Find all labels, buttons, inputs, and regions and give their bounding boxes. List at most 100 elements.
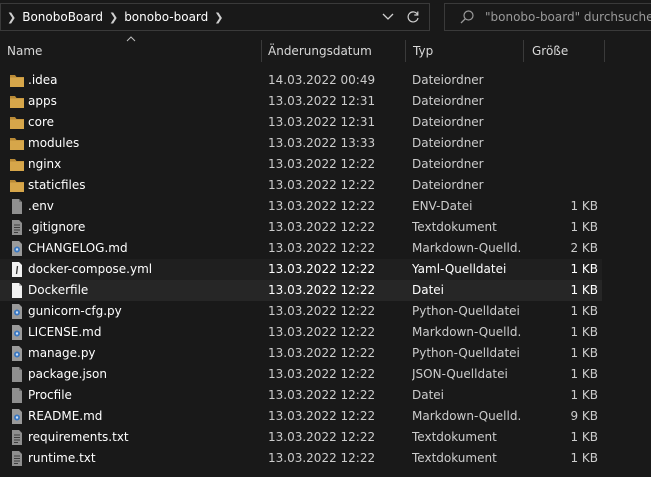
file-name: requirements.txt (28, 430, 129, 444)
file-date: 13.03.2022 12:22 (268, 178, 376, 192)
file-size: 1 KB (570, 367, 598, 381)
column-header-name[interactable]: Name (7, 38, 42, 64)
file-row[interactable]: README.md 13.03.2022 12:22 Markdown-Quelld… (0, 406, 602, 427)
file-row[interactable]: staticfiles 13.03.2022 12:22 Dateiordner (0, 175, 602, 196)
file-row[interactable]: nginx 13.03.2022 12:22 Dateiordner (0, 154, 602, 175)
file-row[interactable]: runtime.txt 13.03.2022 12:22 Textdokument 1… (0, 448, 602, 469)
file-row[interactable]: .gitignore 13.03.2022 12:22 Textdokument 1 … (0, 217, 602, 238)
file-type: Markdown-Quelld... (412, 325, 522, 339)
chevron-right-icon[interactable]: ❯ (109, 11, 118, 24)
code-file-icon (9, 408, 25, 425)
column-header-type[interactable]: Typ (413, 38, 433, 64)
file-size: 1 KB (570, 346, 598, 360)
blank-file-icon (9, 282, 25, 299)
file-row[interactable]: gunicorn-cfg.py 13.03.2022 12:22 Python-Qu… (0, 301, 602, 322)
chevron-right-icon[interactable]: ❯ (7, 11, 16, 24)
file-name: CHANGELOG.md (28, 241, 128, 255)
file-type: Python-Quelldatei (412, 304, 520, 318)
file-type: Textdokument (412, 220, 497, 234)
file-name: docker-compose.yml (28, 262, 153, 276)
file-size: 1 KB (570, 325, 598, 339)
file-name: runtime.txt (28, 451, 96, 465)
file-date: 13.03.2022 12:22 (268, 430, 376, 444)
file-name: core (28, 115, 54, 129)
file-type: Dateiordner (412, 94, 484, 108)
search-icon (460, 10, 474, 24)
chevron-down-icon[interactable] (381, 11, 395, 23)
folder-icon (9, 114, 25, 131)
file-date: 13.03.2022 12:31 (268, 94, 376, 108)
file-type: Dateiordner (412, 73, 484, 87)
file-row-hovered[interactable]: docker-compose.yml 13.03.2022 12:22 Yaml-Q… (0, 259, 602, 280)
file-date: 13.03.2022 12:22 (268, 262, 376, 276)
folder-icon (9, 72, 25, 89)
folder-icon (9, 135, 25, 152)
file-row[interactable]: package.json 13.03.2022 12:22 JSON-Quellda… (0, 364, 602, 385)
code-file-icon (9, 345, 25, 362)
address-toolbar: ❯ BonoboBoard ❯ bonobo-board ❯ (0, 0, 651, 36)
file-type: Markdown-Quelld... (412, 409, 522, 423)
file-row[interactable]: core 13.03.2022 12:31 Dateiordner (0, 112, 602, 133)
file-type: Dateiordner (412, 136, 484, 150)
file-date: 13.03.2022 12:22 (268, 241, 376, 255)
column-headers: Name Änderungsdatum Typ Größe (0, 35, 651, 64)
address-bar[interactable]: ❯ BonoboBoard ❯ bonobo-board ❯ (0, 3, 430, 31)
file-name: README.md (28, 409, 103, 423)
file-type: Dateiordner (412, 178, 484, 192)
file-type: Dateiordner (412, 115, 484, 129)
code-file-icon (9, 240, 25, 257)
file-size: 9 KB (570, 409, 598, 423)
file-row[interactable]: .env 13.03.2022 12:22 ENV-Datei 1 KB (0, 196, 602, 217)
file-row[interactable]: .idea 14.03.2022 00:49 Dateiordner (0, 70, 602, 91)
sort-ascending-icon[interactable] (126, 35, 136, 43)
file-date: 13.03.2022 12:22 (268, 220, 376, 234)
file-row[interactable]: apps 13.03.2022 12:31 Dateiordner (0, 91, 602, 112)
file-type: Markdown-Quelld... (412, 241, 522, 255)
column-header-size[interactable]: Größe (532, 38, 568, 64)
file-date: 13.03.2022 12:22 (268, 367, 376, 381)
file-size: 1 KB (570, 199, 598, 213)
file-icon (9, 366, 25, 383)
file-name: LICENSE.md (28, 325, 102, 339)
folder-icon (9, 93, 25, 110)
column-header-date[interactable]: Änderungsdatum (268, 38, 372, 64)
column-divider[interactable] (405, 40, 406, 62)
file-icon (9, 387, 25, 404)
file-type: Python-Quelldatei (412, 346, 520, 360)
file-date: 13.03.2022 12:22 (268, 283, 376, 297)
file-row[interactable]: manage.py 13.03.2022 12:22 Python-Quelldat… (0, 343, 602, 364)
file-row[interactable]: LICENSE.md 13.03.2022 12:22 Markdown-Quell… (0, 322, 602, 343)
column-divider[interactable] (523, 40, 524, 62)
file-name: manage.py (28, 346, 96, 360)
file-date: 13.03.2022 12:22 (268, 388, 376, 402)
file-date: 13.03.2022 12:22 (268, 199, 376, 213)
refresh-icon[interactable] (405, 9, 421, 25)
search-box[interactable] (444, 3, 651, 31)
folder-icon (9, 177, 25, 194)
file-size: 2 KB (570, 241, 598, 255)
file-size: 1 KB (570, 283, 598, 297)
file-row[interactable]: Procfile 13.03.2022 12:22 Datei 1 KB (0, 385, 602, 406)
file-name: .gitignore (28, 220, 86, 234)
file-date: 14.03.2022 00:49 (268, 73, 376, 87)
chevron-right-icon[interactable]: ❯ (214, 11, 223, 24)
file-date: 13.03.2022 12:22 (268, 451, 376, 465)
column-divider[interactable] (261, 40, 262, 62)
file-name: .idea (28, 73, 58, 87)
file-row[interactable]: modules 13.03.2022 13:33 Dateiordner (0, 133, 602, 154)
file-row-selected[interactable]: Dockerfile 13.03.2022 12:22 Datei 1 KB (0, 280, 602, 301)
file-name: package.json (28, 367, 108, 381)
text-file-icon (9, 450, 25, 467)
file-date: 13.03.2022 12:22 (268, 409, 376, 423)
breadcrumb-bonobo-board[interactable]: bonobo-board (124, 10, 208, 24)
column-divider[interactable] (604, 40, 605, 62)
file-row[interactable]: CHANGELOG.md 13.03.2022 12:22 Markdown-Que… (0, 238, 602, 259)
file-size: 1 KB (570, 388, 598, 402)
search-input[interactable] (485, 10, 651, 24)
breadcrumb-bonoboboard[interactable]: BonoboBoard (22, 10, 103, 24)
file-icon (9, 198, 25, 215)
file-row[interactable]: requirements.txt 13.03.2022 12:22 Textdoku… (0, 427, 602, 448)
file-date: 13.03.2022 12:22 (268, 346, 376, 360)
file-type: Dateiordner (412, 157, 484, 171)
file-name: staticfiles (28, 178, 86, 192)
